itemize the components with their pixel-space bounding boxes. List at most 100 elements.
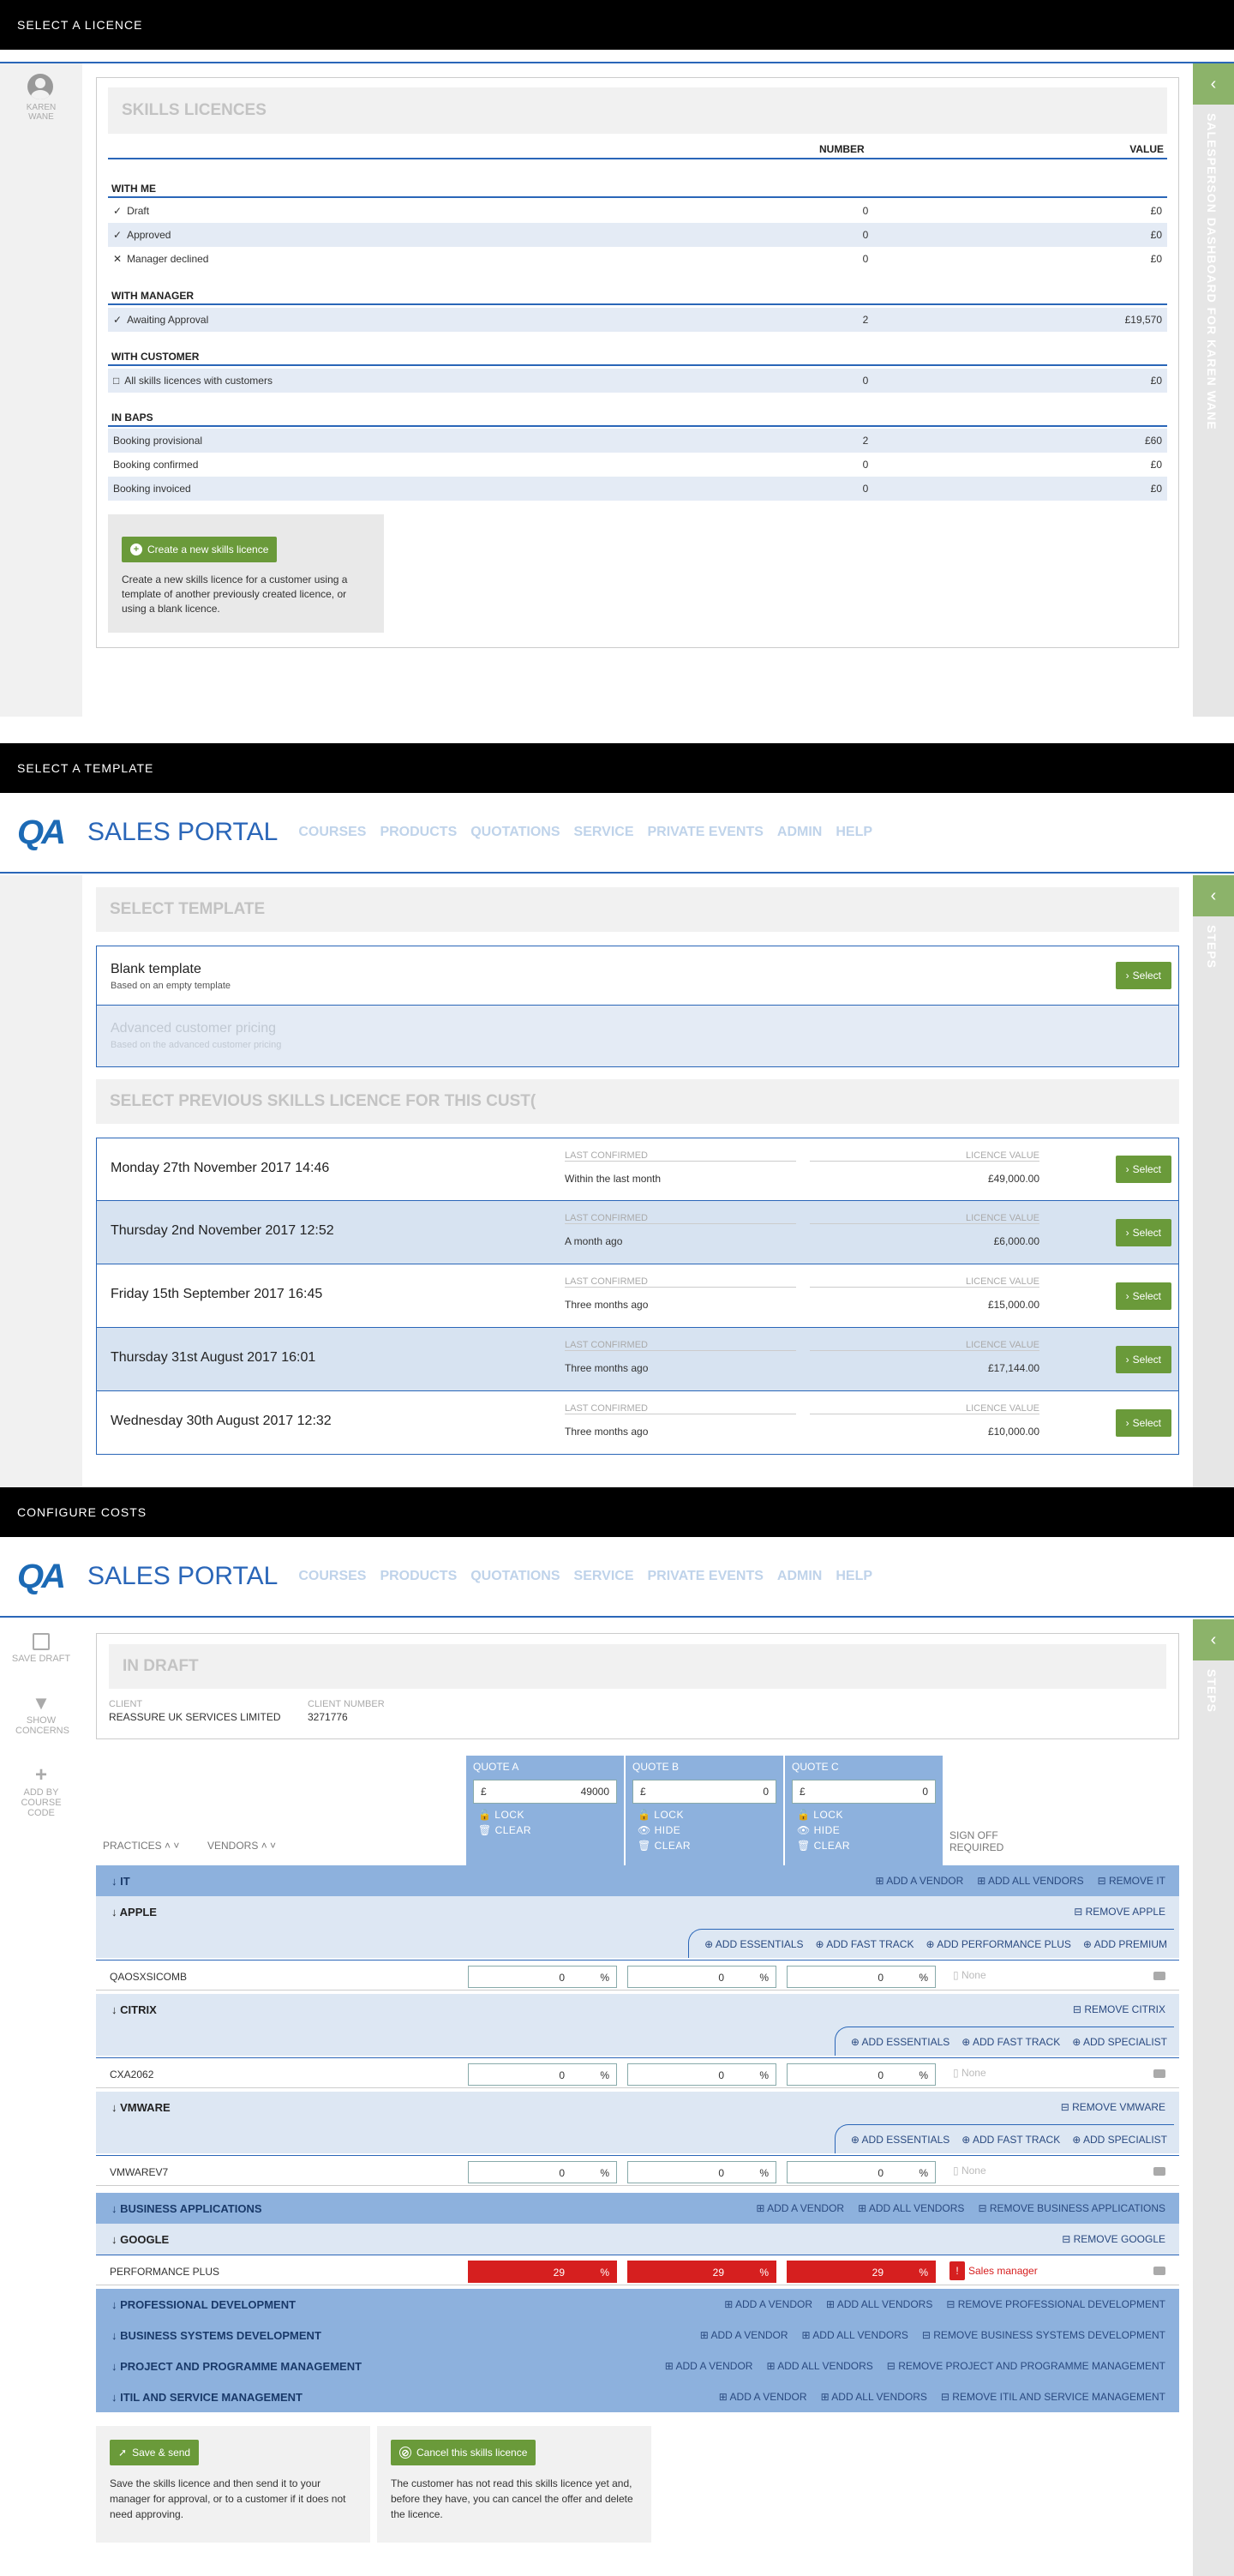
remove-vendor-button[interactable]: ⊟ REMOVE GOOGLE bbox=[1062, 2233, 1165, 2245]
remove-practice-button[interactable]: ⊟ REMOVE BUSINESS SYSTEMS DEVELOPMENT bbox=[922, 2329, 1165, 2341]
lock-button[interactable]: 🔓 LOCK bbox=[797, 1809, 843, 1821]
vendor-citrix[interactable]: ↓ CITRIX ⊟ REMOVE CITRIX bbox=[96, 1994, 1179, 2025]
nav-service[interactable]: SERVICE bbox=[574, 825, 634, 840]
clear-button[interactable]: 🗑 CLEAR bbox=[638, 1840, 691, 1852]
select-button[interactable]: › Select bbox=[1115, 1218, 1171, 1246]
remove-product-icon[interactable] bbox=[1153, 2069, 1165, 2078]
nav-help[interactable]: HELP bbox=[836, 825, 872, 840]
lock-button[interactable]: 🔓 LOCK bbox=[478, 1809, 524, 1821]
select-button[interactable]: › Select bbox=[1115, 1345, 1171, 1373]
practice-itil-service-management[interactable]: ↓ ITIL AND SERVICE MANAGEMENT ⊞ ADD A VE… bbox=[96, 2381, 1179, 2412]
hide-button[interactable]: 👁 HIDE bbox=[797, 1824, 840, 1836]
previous-licence-item[interactable]: Monday 27th November 2017 14:46 LAST CON… bbox=[96, 1138, 1179, 1201]
previous-licence-item[interactable]: Wednesday 30th August 2017 12:32 LAST CO… bbox=[96, 1391, 1179, 1455]
remove-vendor-button[interactable]: ⊟ REMOVE CITRIX bbox=[1073, 2003, 1165, 2015]
add-vendor-button[interactable]: ⊞ ADD A VENDOR bbox=[724, 2298, 812, 2310]
add-essentials-button[interactable]: ⊕ ADD ESSENTIALS bbox=[851, 2036, 949, 2048]
remove-vendor-button[interactable]: ⊟ REMOVE APPLE bbox=[1074, 1906, 1165, 1918]
status-row-provisional[interactable]: Booking provisional 2 £60 bbox=[108, 429, 1167, 453]
status-row-confirmed[interactable]: Booking confirmed 0 £0 bbox=[108, 453, 1167, 477]
add-vendor-button[interactable]: ⊞ ADD A VENDOR bbox=[719, 2391, 807, 2403]
add-all-vendors-button[interactable]: ⊞ ADD ALL VENDORS bbox=[858, 2202, 964, 2214]
add-by-code-button[interactable]: + ADD BY COURSE CODE bbox=[0, 1765, 82, 1819]
add-all-vendors-button[interactable]: ⊞ ADD ALL VENDORS bbox=[821, 2391, 927, 2403]
hide-button[interactable]: 👁 HIDE bbox=[638, 1824, 680, 1836]
vendor-apple[interactable]: ↓ APPLE ⊟ REMOVE APPLE bbox=[96, 1896, 1179, 1927]
practice-it[interactable]: ↓ IT ⊞ ADD A VENDOR ⊞ ADD ALL VENDORS ⊟ RE… bbox=[96, 1865, 1179, 1896]
save-draft-button[interactable]: SAVE DRAFT bbox=[0, 1633, 82, 1664]
add-vendor-button[interactable]: ⊞ ADD A VENDOR bbox=[700, 2329, 788, 2341]
nav-products[interactable]: PRODUCTS bbox=[380, 825, 457, 840]
status-row-customers[interactable]: □ All skills licences with customers 0 £0 bbox=[108, 369, 1167, 393]
previous-licence-item[interactable]: Thursday 2nd November 2017 12:52 LAST CO… bbox=[96, 1201, 1179, 1264]
cancel-licence-button[interactable]: ⊘ Cancel this skills licence bbox=[391, 2440, 536, 2465]
select-button[interactable]: › Select bbox=[1115, 962, 1171, 989]
vendor-google[interactable]: ↓ GOOGLE ⊟ REMOVE GOOGLE bbox=[96, 2224, 1179, 2255]
collapse-tab[interactable]: ‹ bbox=[1193, 1619, 1234, 1660]
remove-practice-button[interactable]: ⊟ REMOVE BUSINESS APPLICATIONS bbox=[978, 2202, 1165, 2214]
status-row-invoiced[interactable]: Booking invoiced 0 £0 bbox=[108, 477, 1167, 501]
status-row-approved[interactable]: ✓ Approved 0 £0 bbox=[108, 223, 1167, 247]
practice-business-systems-development[interactable]: ↓ BUSINESS SYSTEMS DEVELOPMENT ⊞ ADD A V… bbox=[96, 2320, 1179, 2351]
vendors-header[interactable]: VENDORS ˄ ˅ bbox=[207, 1840, 276, 1852]
template-blank[interactable]: Blank template Based on an empty templat… bbox=[96, 946, 1179, 1006]
add-essentials-button[interactable]: ⊕ ADD ESSENTIALS bbox=[704, 1938, 803, 1950]
nav-private-events[interactable]: PRIVATE EVENTS bbox=[647, 1569, 763, 1584]
add-vendor-button[interactable]: ⊞ ADD A VENDOR bbox=[756, 2202, 844, 2214]
create-licence-button[interactable]: + Create a new skills licence bbox=[122, 537, 278, 562]
discount-input-a[interactable]: 29% bbox=[468, 2261, 617, 2283]
clear-button[interactable]: 🗑 CLEAR bbox=[797, 1840, 850, 1852]
nav-quotations[interactable]: QUOTATIONS bbox=[470, 1569, 560, 1584]
template-advanced[interactable]: Advanced customer pricing Based on the a… bbox=[96, 1006, 1179, 1067]
avatar-icon[interactable] bbox=[27, 74, 53, 99]
qa-logo[interactable]: QA bbox=[17, 1558, 66, 1596]
collapse-tab[interactable]: ‹ bbox=[1193, 875, 1234, 916]
discount-input-b[interactable]: 29% bbox=[627, 2261, 776, 2283]
quote-a-input[interactable]: £49000 bbox=[473, 1780, 617, 1804]
add-vendor-button[interactable]: ⊞ ADD A VENDOR bbox=[876, 1875, 964, 1887]
remove-vendor-button[interactable]: ⊟ REMOVE VMWARE bbox=[1061, 2101, 1165, 2113]
nav-service[interactable]: SERVICE bbox=[574, 1569, 634, 1584]
remove-product-icon[interactable] bbox=[1153, 1972, 1165, 1980]
add-specialist-button[interactable]: ⊕ ADD SPECIALIST bbox=[1072, 2036, 1167, 2048]
discount-input-b[interactable]: 0% bbox=[627, 1966, 776, 1988]
clear-button[interactable]: 🗑 CLEAR bbox=[478, 1824, 531, 1836]
discount-input-c[interactable]: 0% bbox=[787, 2063, 936, 2086]
add-fast-track-button[interactable]: ⊕ ADD FAST TRACK bbox=[961, 2134, 1060, 2146]
discount-input-a[interactable]: 0% bbox=[468, 2161, 617, 2183]
remove-practice-button[interactable]: ⊟ REMOVE IT bbox=[1098, 1875, 1165, 1887]
vendor-vmware[interactable]: ↓ VMWARE ⊟ REMOVE VMWARE bbox=[96, 2092, 1179, 2123]
remove-product-icon[interactable] bbox=[1153, 2167, 1165, 2176]
add-all-vendors-button[interactable]: ⊞ ADD ALL VENDORS bbox=[802, 2329, 908, 2341]
remove-practice-button[interactable]: ⊟ REMOVE PROFESSIONAL DEVELOPMENT bbox=[946, 2298, 1165, 2310]
add-all-vendors-button[interactable]: ⊞ ADD ALL VENDORS bbox=[766, 2360, 872, 2372]
lock-button[interactable]: 🔓 LOCK bbox=[638, 1809, 684, 1821]
previous-licence-item[interactable]: Thursday 31st August 2017 16:01 LAST CON… bbox=[96, 1328, 1179, 1391]
discount-input-c[interactable]: 29% bbox=[787, 2261, 936, 2283]
previous-licence-item[interactable]: Friday 15th September 2017 16:45 LAST CO… bbox=[96, 1264, 1179, 1328]
nav-products[interactable]: PRODUCTS bbox=[380, 1569, 457, 1584]
select-button[interactable]: › Select bbox=[1115, 1408, 1171, 1437]
add-vendor-button[interactable]: ⊞ ADD A VENDOR bbox=[665, 2360, 753, 2372]
add-all-vendors-button[interactable]: ⊞ ADD ALL VENDORS bbox=[826, 2298, 932, 2310]
add-premium-button[interactable]: ⊕ ADD PREMIUM bbox=[1083, 1938, 1167, 1950]
add-all-vendors-button[interactable]: ⊞ ADD ALL VENDORS bbox=[977, 1875, 1083, 1887]
remove-product-icon[interactable] bbox=[1153, 2267, 1165, 2275]
add-essentials-button[interactable]: ⊕ ADD ESSENTIALS bbox=[851, 2134, 949, 2146]
quote-b-input[interactable]: £0 bbox=[632, 1780, 776, 1804]
add-fast-track-button[interactable]: ⊕ ADD FAST TRACK bbox=[961, 2036, 1060, 2048]
add-specialist-button[interactable]: ⊕ ADD SPECIALIST bbox=[1072, 2134, 1167, 2146]
status-row-awaiting[interactable]: ✓ Awaiting Approval 2 £19,570 bbox=[108, 308, 1167, 332]
practice-professional-development[interactable]: ↓ PROFESSIONAL DEVELOPMENT ⊞ ADD A VENDO… bbox=[96, 2289, 1179, 2320]
status-row-declined[interactable]: ✕ Manager declined 0 £0 bbox=[108, 247, 1167, 271]
nav-admin[interactable]: ADMIN bbox=[777, 1569, 822, 1584]
discount-input-b[interactable]: 0% bbox=[627, 2063, 776, 2086]
remove-practice-button[interactable]: ⊟ REMOVE ITIL AND SERVICE MANAGEMENT bbox=[941, 2391, 1165, 2403]
discount-input-b[interactable]: 0% bbox=[627, 2161, 776, 2183]
nav-help[interactable]: HELP bbox=[836, 1569, 872, 1584]
practice-project-programme-management[interactable]: ↓ PROJECT AND PROGRAMME MANAGEMENT ⊞ ADD… bbox=[96, 2351, 1179, 2381]
select-button[interactable]: › Select bbox=[1115, 1156, 1171, 1183]
collapse-tab[interactable]: ‹ bbox=[1193, 63, 1234, 105]
discount-input-a[interactable]: 0% bbox=[468, 1966, 617, 1988]
discount-input-a[interactable]: 0% bbox=[468, 2063, 617, 2086]
